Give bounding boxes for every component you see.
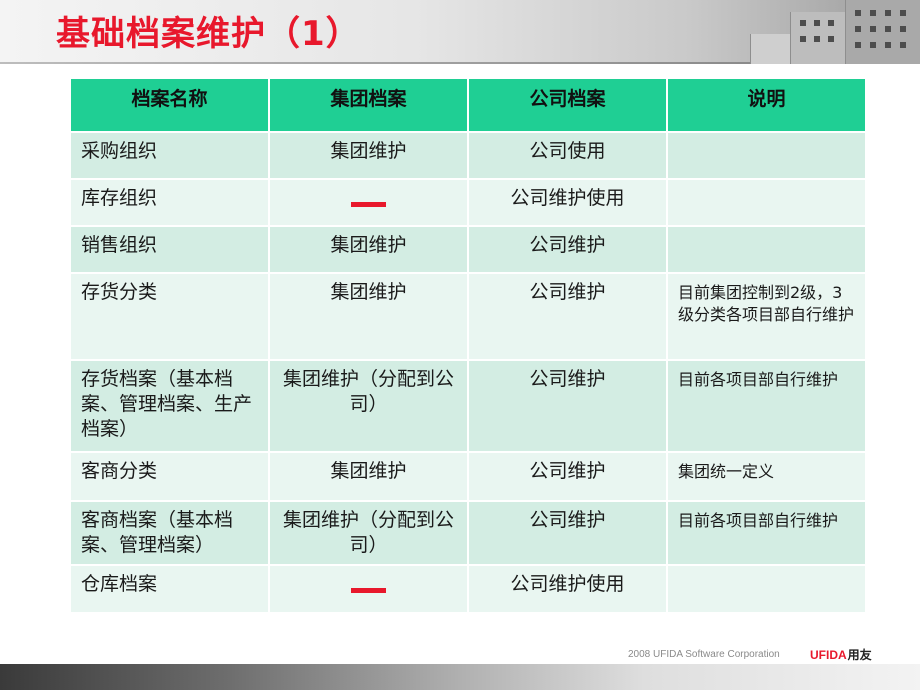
table-header-name: 档案名称 bbox=[71, 79, 268, 131]
table-cell: 集团维护 bbox=[270, 227, 467, 272]
archive-table: 档案名称 集团档案 公司档案 说明 采购组织 集团维护 公司使用 库存组织 公司… bbox=[71, 79, 865, 612]
dash-cell bbox=[270, 566, 467, 612]
table-cell: 仓库档案 bbox=[71, 566, 268, 612]
table-cell: 目前集团控制到2级，3级分类各项目部自行维护 bbox=[668, 274, 865, 359]
table-header-note: 说明 bbox=[668, 79, 865, 131]
table-header-group: 集团档案 bbox=[270, 79, 467, 131]
table-cell: 集团统一定义 bbox=[668, 453, 865, 500]
table-cell: 存货分类 bbox=[71, 274, 268, 359]
building-graphic bbox=[730, 0, 920, 64]
table-cell: 集团维护（分配到公司） bbox=[270, 361, 467, 451]
table-cell: 销售组织 bbox=[71, 227, 268, 272]
table-cell: 集团维护 bbox=[270, 133, 467, 178]
table-cell: 公司维护 bbox=[469, 361, 666, 451]
brand-name: UFIDA bbox=[810, 648, 847, 662]
red-dash-mark bbox=[351, 202, 386, 207]
dash-cell bbox=[270, 180, 467, 225]
table-cell: 客商分类 bbox=[71, 453, 268, 500]
table-cell: 集团维护 bbox=[270, 274, 467, 359]
table-cell bbox=[668, 227, 865, 272]
table-cell bbox=[668, 133, 865, 178]
table-cell: 公司维护使用 bbox=[469, 566, 666, 612]
table-cell: 库存组织 bbox=[71, 180, 268, 225]
table-cell: 目前各项目部自行维护 bbox=[668, 361, 865, 451]
table-header-company: 公司档案 bbox=[469, 79, 666, 131]
table-cell: 公司维护使用 bbox=[469, 180, 666, 225]
footer-band bbox=[0, 664, 920, 690]
table-cell: 公司维护 bbox=[469, 274, 666, 359]
table-cell: 公司维护 bbox=[469, 453, 666, 500]
table-cell: 客商档案（基本档案、管理档案） bbox=[71, 502, 268, 564]
page-title: 基础档案维护（1） bbox=[56, 14, 361, 54]
copyright-text: 2008 UFIDA Software Corporation bbox=[628, 649, 780, 660]
table-cell: 目前各项目部自行维护 bbox=[668, 502, 865, 564]
table-cell bbox=[668, 180, 865, 225]
table-cell: 公司维护 bbox=[469, 502, 666, 564]
table-cell bbox=[668, 566, 865, 612]
table-cell: 集团维护（分配到公司） bbox=[270, 502, 467, 564]
red-dash-mark bbox=[351, 588, 386, 593]
table-cell: 集团维护 bbox=[270, 453, 467, 500]
brand-logo: UFIDA用友 bbox=[810, 646, 872, 663]
brand-name-cn: 用友 bbox=[847, 648, 872, 662]
table-cell: 公司维护 bbox=[469, 227, 666, 272]
table-cell: 公司使用 bbox=[469, 133, 666, 178]
table-cell: 采购组织 bbox=[71, 133, 268, 178]
table-cell: 存货档案（基本档案、管理档案、生产档案） bbox=[71, 361, 268, 451]
